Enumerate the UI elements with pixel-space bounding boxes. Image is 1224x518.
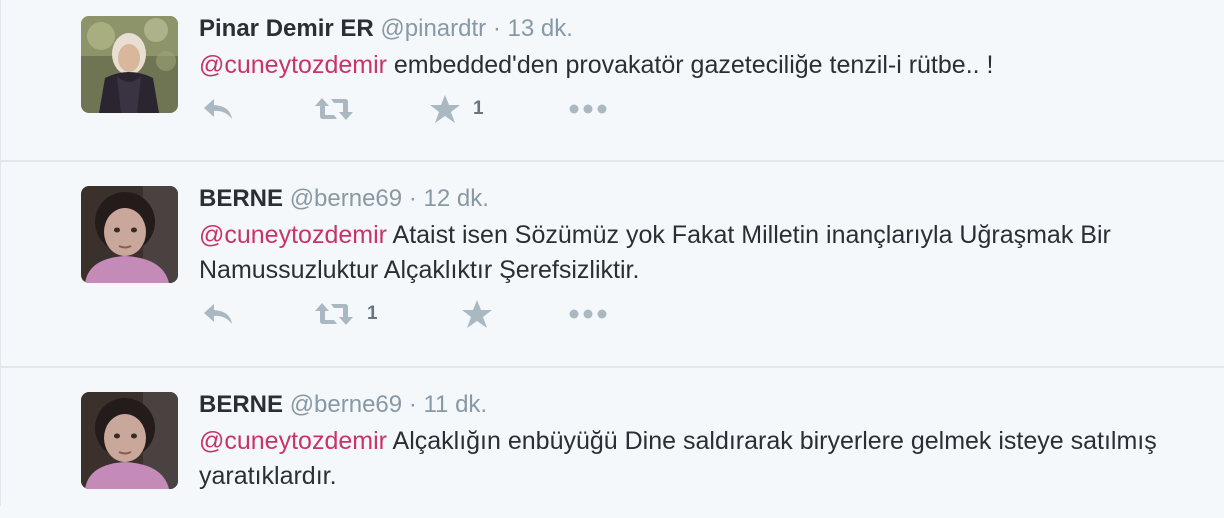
user-handle[interactable]: @berne69 [290,391,402,418]
retweet-icon [315,303,353,325]
star-icon [430,95,460,123]
reply-button[interactable] [201,299,235,329]
avatar-image [81,392,178,489]
user-fullname[interactable]: BERNE [199,185,283,212]
reply-button[interactable] [201,94,235,124]
tweet-content: BERNE @berne69 · 12 dk. @cuneytozdemir A… [199,182,1194,288]
tweet-content: Pinar Demir ER @pinardtr · 13 dk. @cuney… [199,12,1194,83]
tweet-text: @cuneytozdemir Alçaklığın enbüyüğü Dine … [199,424,1194,494]
avatar[interactable] [81,392,178,489]
header-separator: · [492,15,501,42]
tweet-body: embedded'den provakatör gazeteciliğe ten… [386,51,994,79]
user-handle[interactable]: @pinardtr [380,15,486,42]
tweet-content: BERNE @berne69 · 11 dk. @cuneytozdemir A… [199,388,1194,494]
tweet-timestamp[interactable]: 11 dk. [423,391,487,418]
favorite-button[interactable]: 1 [429,94,484,124]
tweet-item[interactable]: BERNE @berne69 · 12 dk. @cuneytozdemir A… [1,162,1224,366]
mention-link[interactable]: @cuneytozdemir [199,221,387,249]
tweet-text: @cuneytozdemir embedded'den provakatör g… [199,48,1194,83]
user-fullname[interactable]: Pinar Demir ER [199,15,374,42]
favorite-count: 1 [473,98,484,119]
more-dots-icon [569,309,607,319]
star-icon [462,300,492,328]
mention-link[interactable]: @cuneytozdemir [199,51,387,79]
more-dots-icon [569,104,607,114]
avatar[interactable] [81,186,178,283]
tweet-header: Pinar Demir ER @pinardtr · 13 dk. [199,12,1194,46]
user-handle[interactable]: @berne69 [290,185,402,212]
more-button[interactable] [569,94,609,124]
tweet-timestamp[interactable]: 12 dk. [423,185,488,212]
tweet-header: BERNE @berne69 · 11 dk. [199,388,1194,422]
header-separator: · [408,391,417,418]
user-fullname[interactable]: BERNE [199,391,283,418]
tweet-item[interactable]: BERNE @berne69 · 11 dk. @cuneytozdemir A… [1,368,1224,518]
tweet-header: BERNE @berne69 · 12 dk. [199,182,1194,216]
retweet-count: 1 [367,303,378,324]
tweet-timestamp[interactable]: 13 dk. [508,15,573,42]
retweet-button[interactable]: 1 [313,299,378,329]
tweet-timeline: Pinar Demir ER @pinardtr · 13 dk. @cuney… [0,0,1224,506]
favorite-button[interactable] [461,299,493,329]
tweet-text: @cuneytozdemir Ataist isen Sözümüz yok F… [199,218,1194,288]
avatar-image [81,186,178,283]
retweet-icon [315,98,353,120]
tweet-actions: 1 [1,94,1224,124]
tweet-actions: 1 [1,299,1224,329]
mention-link[interactable]: @cuneytozdemir [199,427,387,455]
reply-icon [204,99,232,119]
more-button[interactable] [569,299,609,329]
tweet-item[interactable]: Pinar Demir ER @pinardtr · 13 dk. @cuney… [1,0,1224,160]
header-separator: · [408,185,417,212]
retweet-button[interactable] [313,94,355,124]
reply-icon [204,304,232,324]
